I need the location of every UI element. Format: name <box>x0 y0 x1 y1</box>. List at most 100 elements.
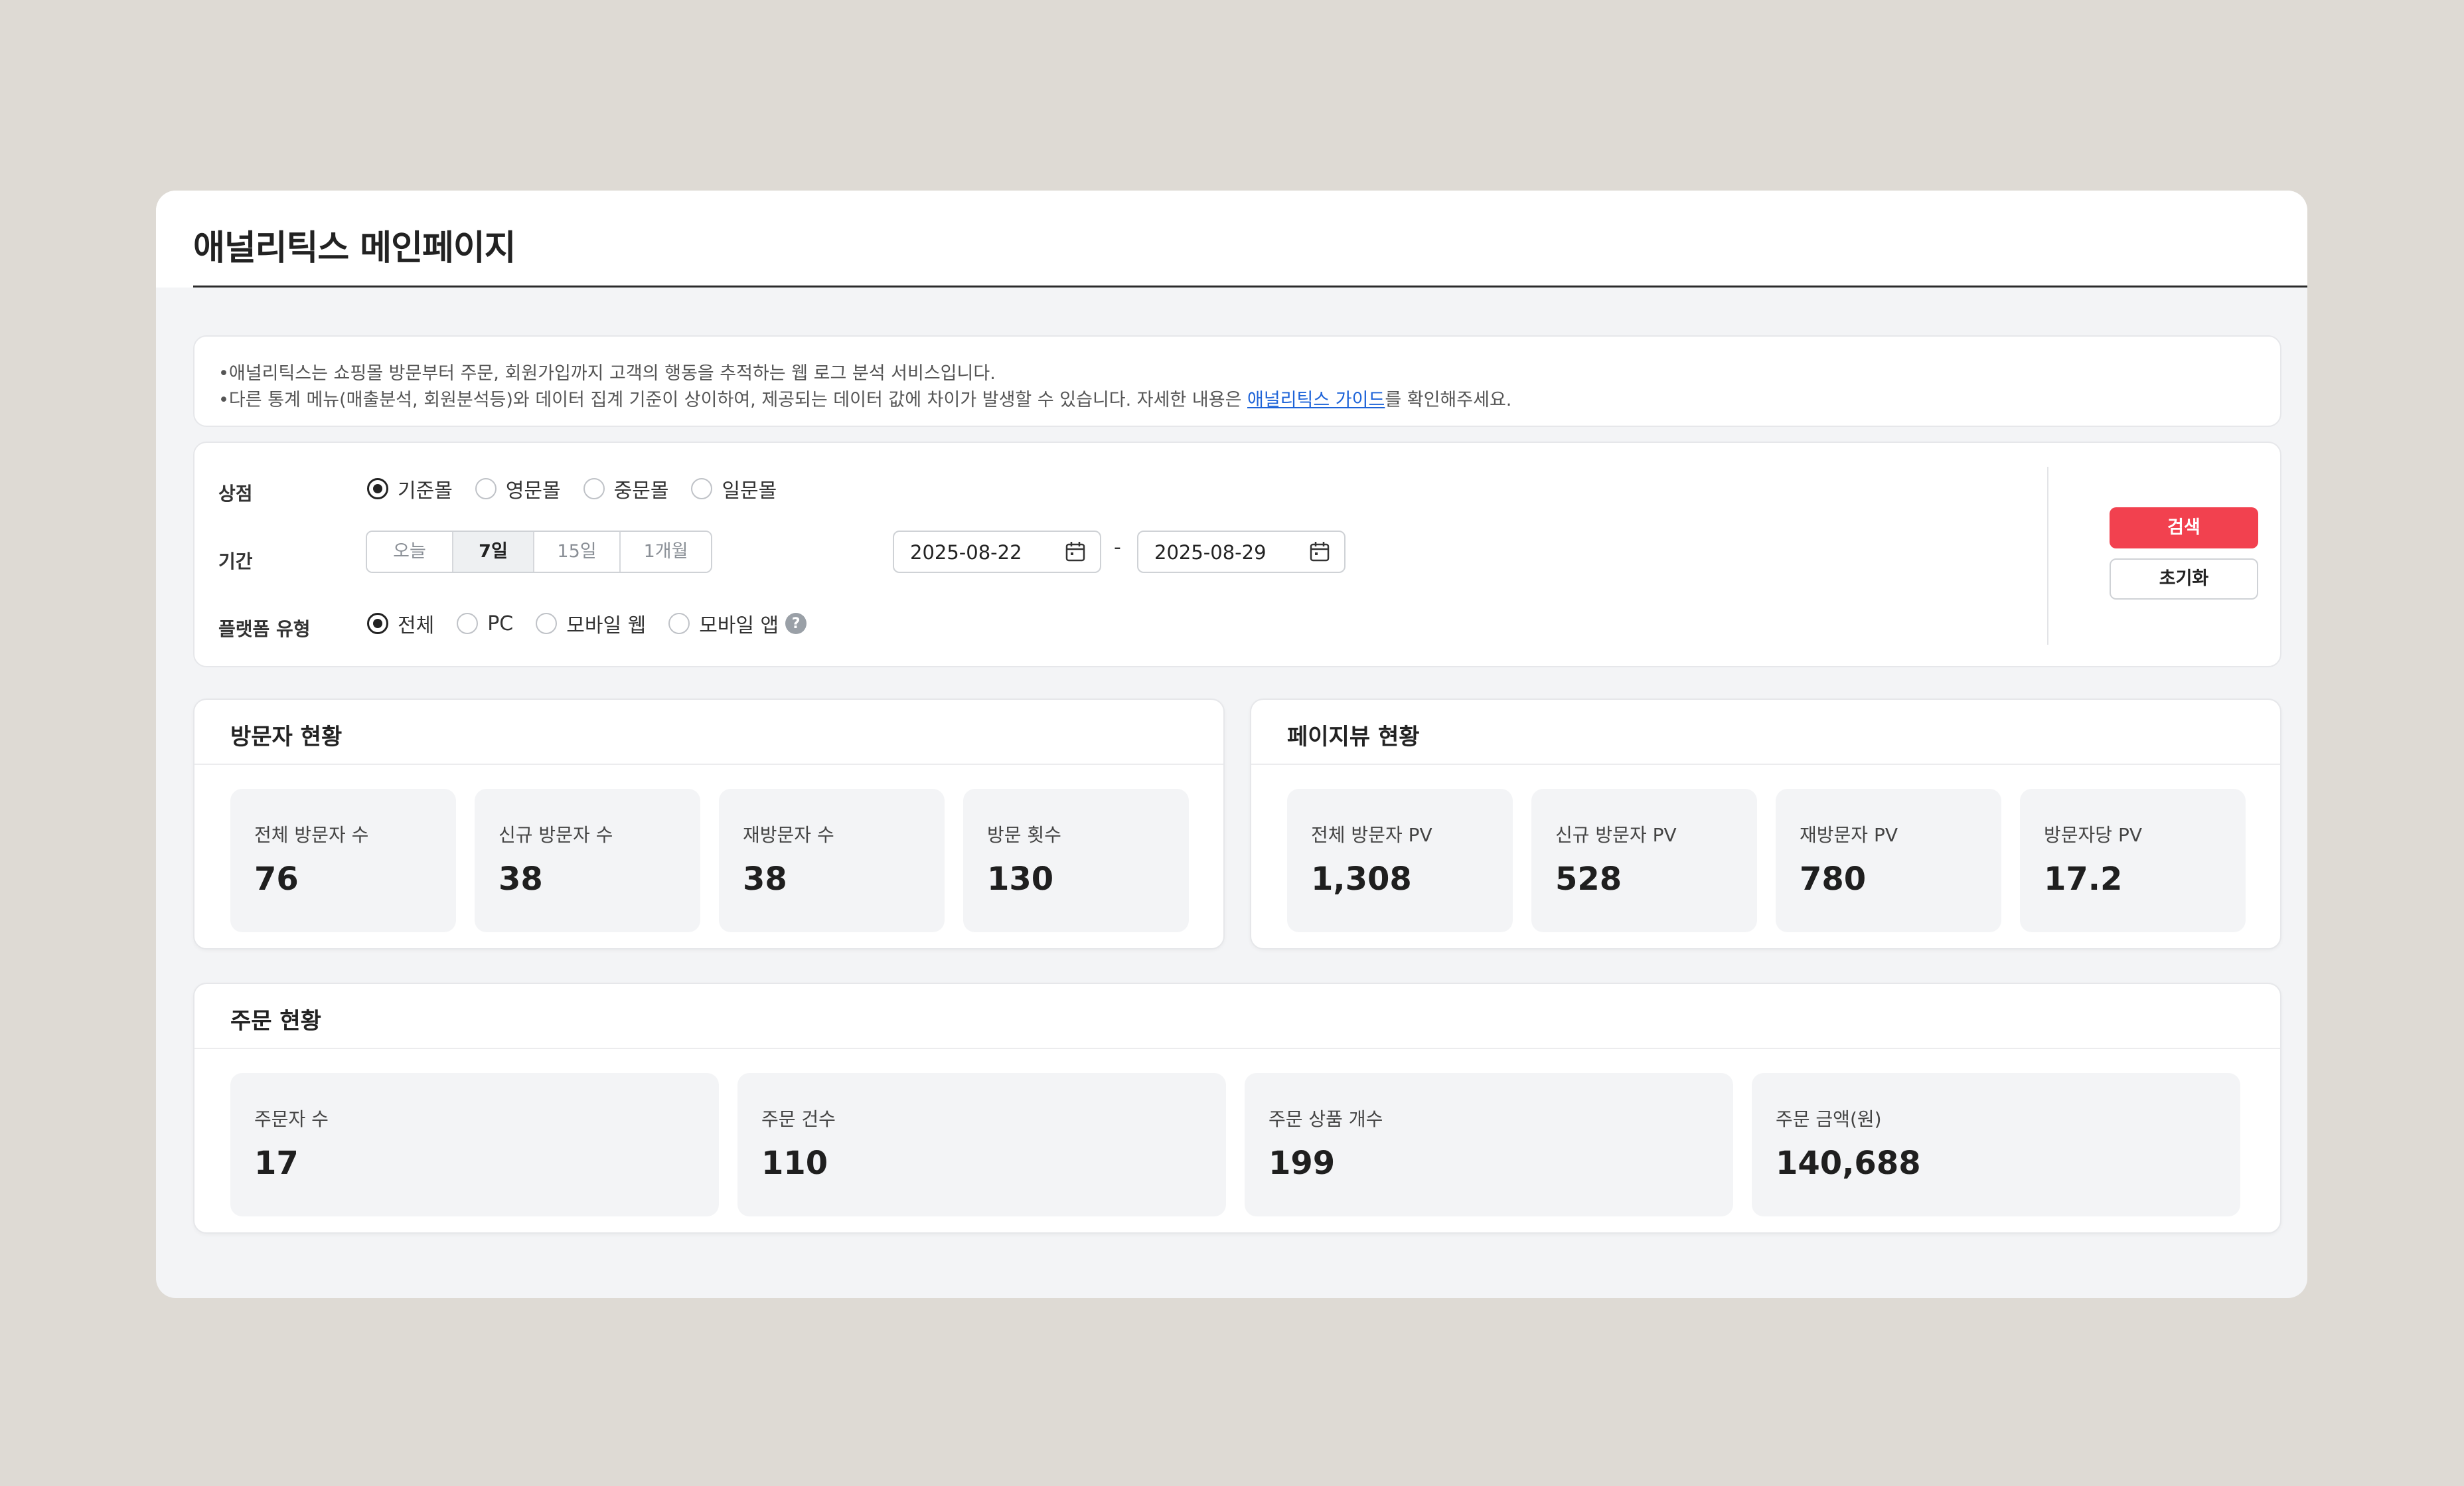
notice-line-1: •애널리틱스는 쇼핑몰 방문부터 주문, 회원가입까지 고객의 행동을 추적하는… <box>218 363 996 384</box>
reset-button[interactable]: 초기화 <box>2110 558 2258 600</box>
metric-label: 방문 횟수 <box>987 824 1061 846</box>
metric-label: 신규 방문자 수 <box>499 824 613 846</box>
metric-label: 주문 건수 <box>761 1108 836 1130</box>
metric-card: 주문 상품 개수 199 <box>1245 1073 1733 1216</box>
end-date-input[interactable]: 2025-08-29 <box>1137 531 1346 573</box>
visitor-stats-title: 방문자 현황 <box>230 724 343 750</box>
platform-option-pc[interactable]: PC <box>457 612 513 635</box>
metric-label: 방문자당 PV <box>2044 824 2142 846</box>
analytics-guide-link[interactable]: 애널리틱스 가이드 <box>1247 390 1385 410</box>
metric-card: 전체 방문자 PV 1,308 <box>1287 789 1513 932</box>
pageview-stats-title: 페이지뷰 현황 <box>1287 724 1420 750</box>
store-radio-group: 기준몰 영문몰 중문몰 일문몰 <box>367 474 799 503</box>
radio-selected[interactable] <box>367 613 388 634</box>
notice-box: •애널리틱스는 쇼핑몰 방문부터 주문, 회원가입까지 고객의 행동을 추적하는… <box>193 335 2281 427</box>
start-date-value: 2025-08-22 <box>910 541 1022 564</box>
metric-label: 주문 금액(원) <box>1776 1108 1882 1130</box>
radio[interactable] <box>583 478 605 499</box>
period-today-button[interactable]: 오늘 <box>367 532 453 572</box>
metric-label: 주문자 수 <box>254 1108 329 1130</box>
order-stats-card: 주문 현황 주문자 수 17 주문 건수 110 주문 상품 개수 199 주문… <box>193 983 2281 1234</box>
platform-option-label: PC <box>487 612 514 635</box>
search-button[interactable]: 검색 <box>2110 507 2258 548</box>
store-option-label: 중문몰 <box>613 479 669 503</box>
store-option-english[interactable]: 영문몰 <box>475 474 561 503</box>
filter-divider <box>2047 467 2048 645</box>
metric-card: 방문 횟수 130 <box>963 789 1189 932</box>
store-option-label: 기준몰 <box>398 479 453 503</box>
metric-value: 76 <box>254 861 299 898</box>
page-title: 애널리틱스 메인페이지 <box>193 228 516 268</box>
metric-card: 신규 방문자 수 38 <box>475 789 700 932</box>
period-7d-button[interactable]: 7일 <box>453 532 534 572</box>
metric-card: 재방문자 PV 780 <box>1776 789 2001 932</box>
filter-panel: 상점 기준몰 영문몰 중문몰 일문몰 기간 오늘 7일 15일 1개월 2025… <box>193 442 2281 667</box>
radio[interactable] <box>536 613 558 634</box>
metric-card: 전체 방문자 수 76 <box>230 789 456 932</box>
metric-label: 주문 상품 개수 <box>1269 1108 1383 1130</box>
platform-option-label: 모바일 앱 <box>699 614 779 637</box>
platform-label: 플랫폼 유형 <box>218 618 311 640</box>
store-option-japanese[interactable]: 일문몰 <box>691 474 777 503</box>
pageview-stats-card: 페이지뷰 현황 전체 방문자 PV 1,308 신규 방문자 PV 528 재방… <box>1250 699 2281 949</box>
metric-card: 주문 건수 110 <box>737 1073 1226 1216</box>
divider <box>1251 764 2280 765</box>
period-preset-group: 오늘 7일 15일 1개월 <box>366 531 712 573</box>
metric-value: 110 <box>761 1145 828 1182</box>
metric-value: 1,308 <box>1311 861 1412 898</box>
calendar-icon[interactable] <box>1310 541 1330 562</box>
period-1m-button[interactable]: 1개월 <box>621 532 711 572</box>
analytics-window: 애널리틱스 메인페이지 •애널리틱스는 쇼핑몰 방문부터 주문, 회원가입까지 … <box>156 191 2307 1298</box>
store-option-chinese[interactable]: 중문몰 <box>583 474 669 503</box>
store-label: 상점 <box>218 483 253 505</box>
help-icon[interactable]: ? <box>785 613 807 634</box>
metric-value: 140,688 <box>1776 1145 1921 1182</box>
radio[interactable] <box>475 478 497 499</box>
header-divider <box>193 286 2307 288</box>
platform-option-mobile-web[interactable]: 모바일 웹 <box>536 609 646 638</box>
metric-label: 재방문자 수 <box>743 824 834 846</box>
metric-card: 신규 방문자 PV 528 <box>1531 789 1757 932</box>
metric-label: 재방문자 PV <box>1800 824 1898 846</box>
notice-line-2-suffix: 를 확인해주세요. <box>1385 390 1512 410</box>
divider <box>194 1048 2280 1049</box>
metric-value: 130 <box>987 861 1054 898</box>
notice-line-2: •다른 통계 메뉴(매출분석, 회원분석등)와 데이터 집계 기준이 상이하여,… <box>218 385 1511 411</box>
platform-option-label: 전체 <box>398 614 435 637</box>
divider <box>194 764 1223 765</box>
radio[interactable] <box>691 478 713 499</box>
metric-value: 38 <box>499 861 543 898</box>
metric-value: 780 <box>1800 861 1867 898</box>
metric-value: 38 <box>743 861 787 898</box>
store-option-main[interactable]: 기준몰 <box>367 474 453 503</box>
radio[interactable] <box>668 613 690 634</box>
metric-value: 17.2 <box>2044 861 2123 898</box>
radio-selected[interactable] <box>367 478 388 499</box>
visitor-stats-card: 방문자 현황 전체 방문자 수 76 신규 방문자 수 38 재방문자 수 38… <box>193 699 1225 949</box>
metric-value: 528 <box>1555 861 1622 898</box>
order-stats-title: 주문 현황 <box>230 1008 321 1034</box>
platform-option-mobile-app[interactable]: 모바일 앱? <box>668 609 807 638</box>
metric-label: 전체 방문자 PV <box>1311 824 1432 846</box>
metric-card: 재방문자 수 38 <box>719 789 945 932</box>
platform-radio-group: 전체 PC 모바일 웹 모바일 앱? <box>367 609 829 638</box>
store-option-label: 영문몰 <box>505 479 561 503</box>
notice-line-2-prefix: •다른 통계 메뉴(매출분석, 회원분석등)와 데이터 집계 기준이 상이하여,… <box>218 390 1248 410</box>
platform-option-label: 모바일 웹 <box>566 614 647 637</box>
platform-option-all[interactable]: 전체 <box>367 609 434 638</box>
metric-card: 주문자 수 17 <box>230 1073 719 1216</box>
calendar-icon[interactable] <box>1065 541 1085 562</box>
start-date-input[interactable]: 2025-08-22 <box>893 531 1101 573</box>
metric-value: 199 <box>1269 1145 1336 1182</box>
date-separator: - <box>1114 536 1121 559</box>
metric-label: 신규 방문자 PV <box>1555 824 1677 846</box>
metric-card: 주문 금액(원) 140,688 <box>1752 1073 2240 1216</box>
period-15d-button[interactable]: 15일 <box>534 532 621 572</box>
metric-card: 방문자당 PV 17.2 <box>2020 789 2246 932</box>
metric-label: 전체 방문자 수 <box>254 824 369 846</box>
period-label: 기간 <box>218 550 253 572</box>
page-header: 애널리틱스 메인페이지 <box>156 191 2307 288</box>
radio[interactable] <box>457 613 479 634</box>
metric-value: 17 <box>254 1145 299 1182</box>
store-option-label: 일문몰 <box>722 479 777 503</box>
